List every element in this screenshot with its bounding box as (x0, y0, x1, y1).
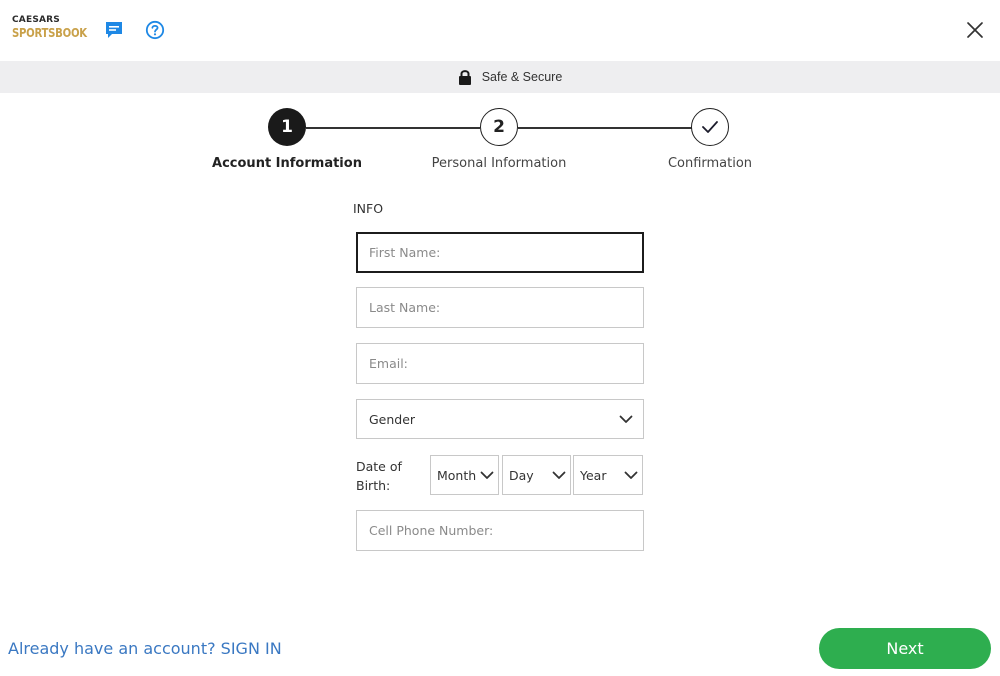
header: CAESARS SPORTSBOOK (0, 0, 1000, 61)
dob-label: Date of Birth: (356, 459, 402, 493)
logo-line-2: SPORTSBOOK (12, 25, 87, 40)
cell-phone-field[interactable] (356, 510, 644, 551)
secure-text: Safe & Secure (481, 70, 563, 84)
email-field[interactable] (356, 343, 644, 384)
section-title: INFO (353, 201, 384, 216)
dob-day-value: Day (509, 467, 534, 483)
step-2-number: 2 (493, 117, 505, 137)
step-2-label: Personal Information (431, 156, 567, 171)
chevron-down-icon (552, 471, 566, 479)
step-connector (306, 127, 480, 129)
step-2-indicator: 2 (480, 108, 518, 146)
logo-line-1: CAESARS (12, 15, 60, 25)
chevron-down-icon (624, 471, 638, 479)
dob-year-value: Year (580, 467, 607, 483)
secure-banner: Safe & Secure (0, 61, 1000, 93)
dob-year-select[interactable]: Year (573, 455, 643, 495)
close-icon[interactable] (966, 21, 984, 39)
step-1-number: 1 (281, 117, 293, 137)
step-connector (518, 127, 692, 129)
gender-select[interactable]: Gender (356, 399, 644, 439)
dob-month-value: Month (437, 467, 477, 483)
last-name-field[interactable] (356, 287, 644, 328)
chat-icon[interactable] (104, 20, 124, 40)
checkmark-icon (702, 121, 718, 133)
step-3-indicator (691, 108, 729, 146)
gender-select-value: Gender (369, 411, 416, 427)
caesars-sportsbook-logo: CAESARS SPORTSBOOK (12, 16, 95, 40)
chevron-down-icon (619, 415, 633, 423)
dob-month-select[interactable]: Month (430, 455, 499, 495)
dob-day-select[interactable]: Day (502, 455, 571, 495)
lock-icon (458, 70, 471, 85)
next-button[interactable]: Next (819, 628, 991, 669)
help-icon[interactable] (145, 20, 165, 40)
chevron-down-icon (480, 471, 494, 479)
step-1-indicator: 1 (268, 108, 306, 146)
sign-in-link[interactable]: Already have an account? SIGN IN (8, 639, 282, 658)
first-name-field[interactable] (356, 232, 644, 273)
step-3-label: Confirmation (667, 156, 753, 171)
step-1-label: Account Information (212, 156, 362, 171)
